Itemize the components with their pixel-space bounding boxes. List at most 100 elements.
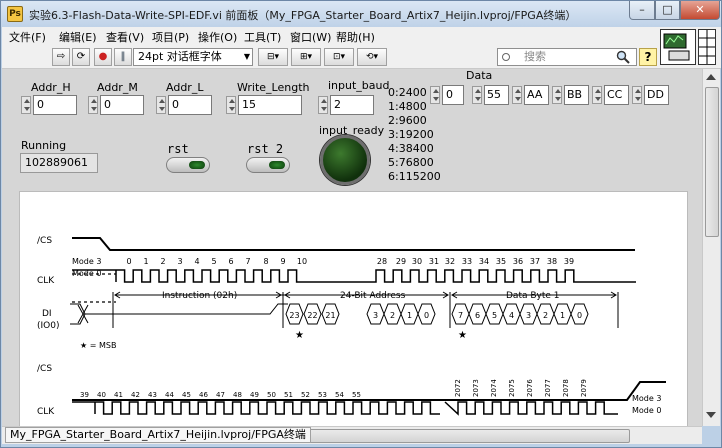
resize-objects-icon[interactable]: ⊡▾ bbox=[324, 48, 354, 66]
io0-signal-label: (IO0) bbox=[37, 321, 60, 331]
top-clock-waveform bbox=[72, 269, 636, 283]
instruction-label: Instruction (02h) bbox=[162, 291, 237, 301]
bit-label: 5 bbox=[492, 311, 497, 320]
bit-label: 3 bbox=[526, 311, 531, 320]
bit-cell: 7 bbox=[451, 303, 470, 325]
clock-number: 47 bbox=[216, 391, 225, 399]
input-baud-increment[interactable] bbox=[318, 96, 328, 114]
write-length-control[interactable]: 15 bbox=[226, 95, 304, 115]
mode3-label: Mode 3 bbox=[72, 257, 101, 266]
addr-m-value[interactable]: 0 bbox=[100, 95, 144, 115]
clock-number: 39 bbox=[80, 391, 89, 399]
addr-l-control[interactable]: 0 bbox=[156, 95, 214, 115]
pause-icon[interactable]: ‖ bbox=[114, 48, 132, 66]
input-baud-value[interactable]: 2 bbox=[330, 95, 374, 115]
scroll-down-icon[interactable] bbox=[706, 412, 716, 418]
addr-h-value[interactable]: 0 bbox=[33, 95, 77, 115]
bit-cell: 21 bbox=[321, 303, 340, 325]
data-element-increment[interactable] bbox=[472, 86, 482, 104]
bottom-clock-waveform-tail bbox=[444, 401, 618, 416]
data-element-increment[interactable] bbox=[552, 86, 562, 104]
bit-cell: 2 bbox=[536, 303, 555, 325]
menu-tools[interactable]: 工具(T) bbox=[244, 29, 281, 45]
labview-app-icon[interactable]: Ps bbox=[7, 6, 23, 22]
vertical-scrollbar[interactable] bbox=[702, 69, 720, 426]
input-baud-control[interactable]: 2 bbox=[318, 95, 378, 115]
run-continuously-icon[interactable]: ⟳ bbox=[72, 48, 90, 66]
data-element[interactable]: CC bbox=[592, 85, 632, 105]
rst-button[interactable] bbox=[166, 157, 210, 173]
data-element[interactable]: AA bbox=[512, 85, 552, 105]
search-icon[interactable] bbox=[616, 50, 630, 64]
data-element-value[interactable]: AA bbox=[524, 85, 549, 105]
data-element[interactable]: BB bbox=[552, 85, 592, 105]
data-element-value[interactable]: CC bbox=[604, 85, 629, 105]
clock-number: 43 bbox=[148, 391, 157, 399]
bit-label: 1 bbox=[560, 311, 565, 320]
bit-label: 4 bbox=[509, 311, 514, 320]
clock-number: 36 bbox=[513, 257, 523, 266]
menu-file[interactable]: 文件(F) bbox=[9, 29, 46, 45]
data-element-increment[interactable] bbox=[512, 86, 522, 104]
chevron-down-icon: ▼ bbox=[243, 52, 250, 61]
baud-option: 3:19200 bbox=[388, 128, 434, 141]
vi-icon[interactable] bbox=[660, 29, 696, 65]
menu-view[interactable]: 查看(V) bbox=[106, 29, 144, 45]
baud-option: 5:76800 bbox=[388, 156, 434, 169]
connector-pane-icon[interactable] bbox=[698, 29, 716, 65]
msb-note: ★ = MSB bbox=[80, 341, 116, 350]
write-length-increment[interactable] bbox=[226, 96, 236, 114]
minimize-button[interactable]: – bbox=[629, 1, 655, 20]
data-array-index[interactable]: 0 bbox=[430, 85, 466, 105]
data-element[interactable]: 55 bbox=[472, 85, 512, 105]
addr-l-label: Addr_L bbox=[166, 81, 204, 94]
abort-icon[interactable]: ● bbox=[94, 48, 112, 66]
reorder-icon[interactable]: ⟲▾ bbox=[357, 48, 387, 66]
addr-l-value[interactable]: 0 bbox=[168, 95, 212, 115]
maximize-button[interactable]: □ bbox=[655, 1, 680, 20]
write-length-value[interactable]: 15 bbox=[238, 95, 302, 115]
addr-l-increment[interactable] bbox=[156, 96, 166, 114]
vertical-scroll-thumb[interactable] bbox=[705, 87, 719, 237]
data-element-increment[interactable] bbox=[632, 86, 642, 104]
title-bar[interactable]: Ps 实验6.3-Flash-Data-Write-SPI-EDF.vi 前面板… bbox=[1, 1, 721, 27]
font-select[interactable]: 24pt 对话框字体 ▼ bbox=[133, 48, 253, 66]
clock-number: 33 bbox=[462, 257, 472, 266]
addr-m-label: Addr_M bbox=[97, 81, 138, 94]
bit-label: 22 bbox=[307, 311, 317, 320]
clock-number: 35 bbox=[496, 257, 506, 266]
data-element[interactable]: DD bbox=[632, 85, 672, 105]
data-index-value[interactable]: 0 bbox=[442, 85, 464, 105]
align-objects-icon[interactable]: ⊟▾ bbox=[258, 48, 288, 66]
scroll-up-icon[interactable] bbox=[706, 74, 716, 80]
search-option-icon bbox=[502, 53, 510, 61]
run-arrow-icon[interactable]: ⇨ bbox=[52, 48, 70, 66]
clock-number: 0 bbox=[126, 257, 131, 266]
clock-number: 38 bbox=[547, 257, 557, 266]
menu-help[interactable]: 帮助(H) bbox=[336, 29, 375, 45]
menu-window[interactable]: 窗口(W) bbox=[290, 29, 331, 45]
menu-operate[interactable]: 操作(O) bbox=[198, 29, 237, 45]
clock-number: 46 bbox=[199, 391, 208, 399]
distribute-objects-icon[interactable]: ⊞▾ bbox=[291, 48, 321, 66]
addr-m-control[interactable]: 0 bbox=[88, 95, 146, 115]
cs-signal-label: /CS bbox=[37, 236, 52, 246]
rst2-button[interactable] bbox=[246, 157, 290, 173]
context-help-button[interactable]: ? bbox=[639, 48, 657, 66]
menu-edit[interactable]: 编辑(E) bbox=[59, 29, 97, 45]
addr-h-increment[interactable] bbox=[21, 96, 31, 114]
addr-m-increment[interactable] bbox=[88, 96, 98, 114]
data-element-value[interactable]: BB bbox=[564, 85, 589, 105]
bit-cell: 23 bbox=[285, 303, 304, 325]
addr-h-control[interactable]: 0 bbox=[21, 95, 79, 115]
clock-number: 42 bbox=[131, 391, 140, 399]
bit-cell: 1 bbox=[553, 303, 572, 325]
data-index-increment[interactable] bbox=[430, 86, 440, 104]
close-button[interactable]: ✕ bbox=[680, 1, 720, 20]
menu-project[interactable]: 项目(P) bbox=[152, 29, 189, 45]
input-baud-label: input_baud bbox=[328, 79, 390, 92]
data-element-value[interactable]: DD bbox=[644, 85, 669, 105]
data-element-value[interactable]: 55 bbox=[484, 85, 509, 105]
data-element-increment[interactable] bbox=[592, 86, 602, 104]
clock-number: 34 bbox=[479, 257, 489, 266]
